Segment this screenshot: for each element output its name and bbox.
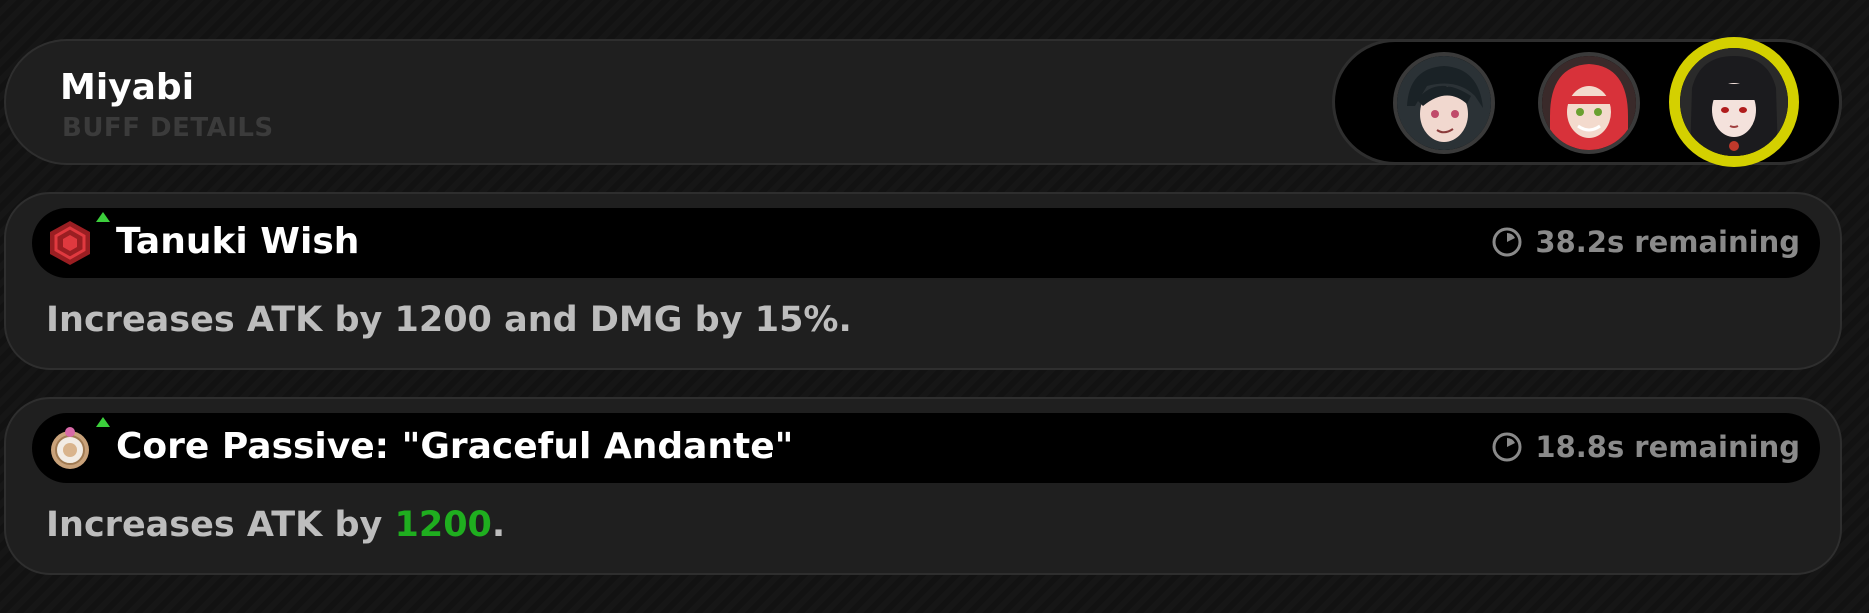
- buff-card-core-passive: Core Passive: "Graceful Andante" 18.8s r…: [4, 397, 1842, 575]
- agent-avatar-2[interactable]: [1538, 52, 1640, 154]
- timer-icon: [1492, 432, 1522, 462]
- dark-hair-agent-portrait-icon: [1397, 56, 1491, 150]
- description-suffix: .: [491, 505, 506, 545]
- buff-remaining-time: 38.2s remaining: [1535, 225, 1800, 259]
- agent-avatar-1[interactable]: [1393, 52, 1495, 154]
- buff-details-header: Miyabi BUFF DETAILS: [4, 37, 1842, 167]
- buff-timer: 38.2s remaining: [1491, 225, 1800, 259]
- red-hair-agent-portrait-icon: [1542, 56, 1636, 150]
- buff-name: Core Passive: "Graceful Andante": [116, 426, 794, 467]
- buff-title-bar: Tanuki Wish 38.2s remaining: [32, 208, 1820, 278]
- buff-description: Increases ATK by 1200.: [46, 505, 505, 545]
- buff-timer: 18.8s remaining: [1491, 430, 1800, 464]
- miyabi-portrait-icon: [1680, 48, 1788, 156]
- buff-title-bar: Core Passive: "Graceful Andante" 18.8s r…: [32, 413, 1820, 483]
- agent-avatar-3-selected[interactable]: [1669, 37, 1799, 167]
- buff-description: Increases ATK by 1200 and DMG by 15%.: [46, 300, 852, 340]
- increase-arrow-icon: [96, 212, 110, 222]
- buff-details-subtitle: BUFF DETAILS: [62, 113, 274, 143]
- core-passive-badge-icon: [51, 427, 89, 469]
- agent-selector: [1332, 37, 1842, 167]
- increase-arrow-icon: [96, 417, 110, 427]
- timer-icon: [1492, 227, 1522, 257]
- buff-remaining-time: 18.8s remaining: [1535, 430, 1800, 464]
- description-text: Increases ATK by: [46, 505, 395, 545]
- red-hexagon-buff-icon: [50, 221, 90, 265]
- highlighted-value: 1200: [394, 505, 492, 545]
- character-name: Miyabi: [60, 67, 195, 108]
- buff-card-tanuki-wish: Tanuki Wish 38.2s remaining Increases AT…: [4, 192, 1842, 370]
- buff-name: Tanuki Wish: [116, 221, 360, 262]
